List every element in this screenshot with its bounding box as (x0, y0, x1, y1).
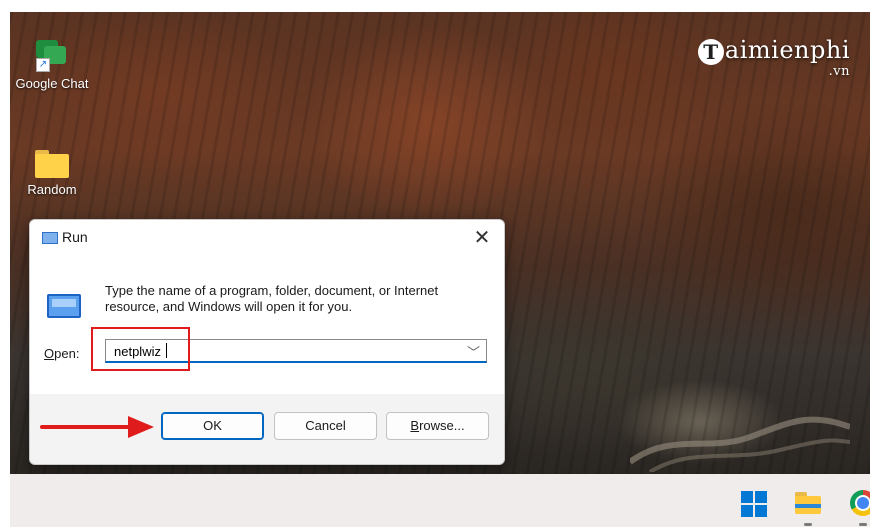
browse-button[interactable]: Browse... (386, 412, 489, 440)
chevron-down-icon[interactable]: ﹀ (467, 342, 480, 361)
run-dialog-title: Run (62, 229, 88, 245)
running-indicator (859, 523, 867, 526)
watermark-suffix: .vn (828, 64, 850, 79)
run-app-icon (42, 232, 58, 244)
ok-button[interactable]: OK (161, 412, 264, 440)
folder-icon (35, 150, 69, 178)
run-program-icon (47, 294, 81, 318)
running-indicator (804, 523, 812, 526)
desktop-icon-label: Google Chat (15, 76, 89, 91)
windows-start-icon[interactable] (741, 491, 767, 517)
desktop-icon-random-folder[interactable]: Random (12, 150, 92, 197)
file-explorer-icon[interactable] (795, 492, 821, 514)
chrome-icon[interactable] (850, 490, 870, 516)
annotation-arrow-icon (40, 416, 154, 438)
cancel-button[interactable]: Cancel (274, 412, 377, 440)
run-content-area (30, 254, 504, 394)
run-description: Type the name of a program, folder, docu… (105, 283, 439, 314)
taskbar (10, 474, 870, 527)
close-icon[interactable]: ✕ (470, 225, 494, 250)
watermark-initial: T (697, 38, 724, 65)
google-chat-icon: ↗ (36, 40, 68, 72)
annotation-highlight-box (91, 327, 190, 371)
desktop-icon-label: Random (27, 182, 77, 197)
run-dialog: Run ✕ Type the name of a program, folder… (29, 219, 505, 465)
watermark-logo: Taimienphi .vn (697, 36, 850, 79)
shortcut-arrow-icon: ↗ (36, 58, 50, 72)
run-titlebar[interactable]: Run ✕ (30, 220, 504, 254)
watermark-text: aimienphi (724, 36, 850, 64)
desktop-icon-google-chat[interactable]: ↗ Google Chat (12, 40, 92, 91)
open-label: Open: (44, 346, 80, 361)
wallpaper-road (630, 416, 850, 472)
